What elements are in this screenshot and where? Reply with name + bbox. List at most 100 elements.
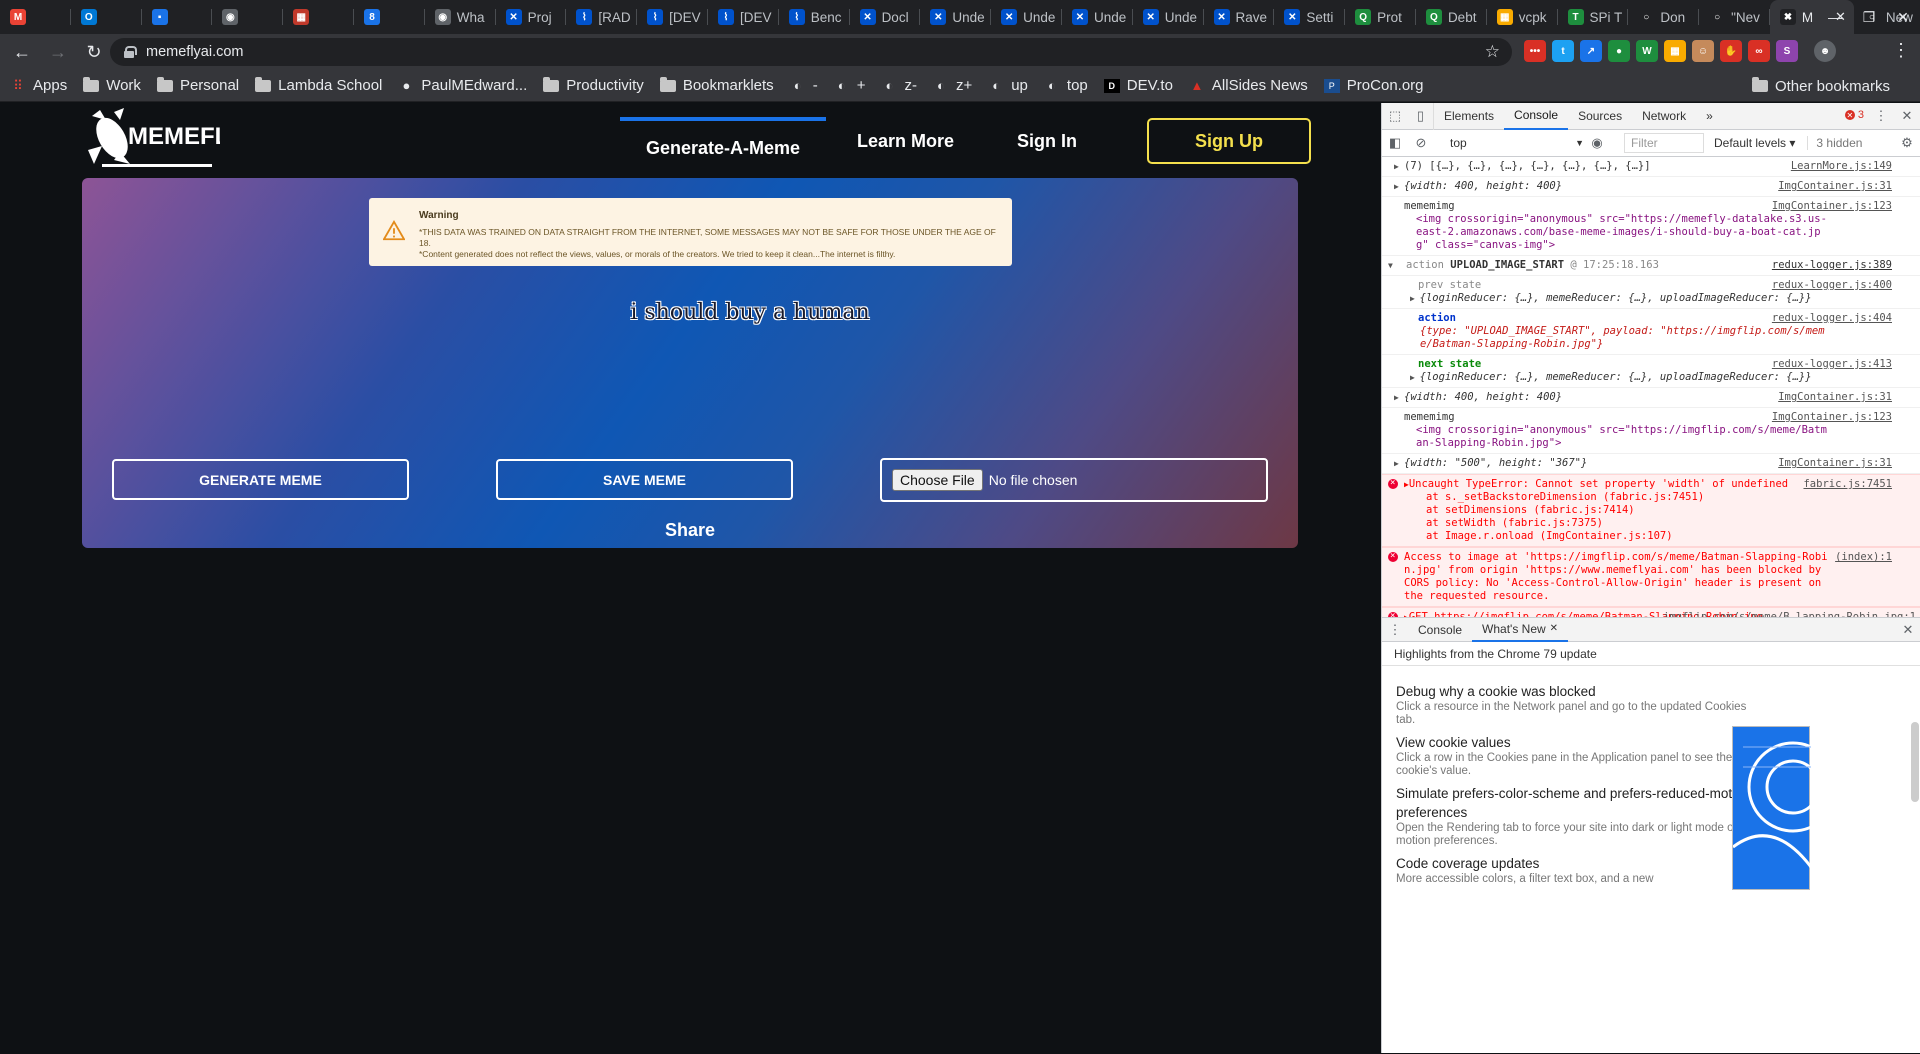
browser-tab[interactable]: ⌇ Benc bbox=[779, 0, 850, 34]
browser-tab[interactable]: Q Prot bbox=[1345, 0, 1416, 34]
nav-learn-more[interactable]: Learn More bbox=[857, 131, 954, 152]
html-element-preview[interactable]: <img crossorigin="anonymous" src="https:… bbox=[1404, 213, 1830, 252]
console-message[interactable]: ▶ {width: 400, height: 400} ImgContainer.j… bbox=[1382, 177, 1920, 197]
source-link[interactable]: redux-logger.js:404 bbox=[1772, 312, 1892, 325]
source-link[interactable]: ImgContainer.js:123 bbox=[1772, 200, 1892, 213]
browser-tab[interactable]: ✕ Unde bbox=[920, 0, 991, 34]
close-window-icon[interactable]: ✕ bbox=[1886, 0, 1920, 34]
extension-lastpass-icon[interactable]: ••• bbox=[1524, 40, 1546, 62]
whats-new-item[interactable]: Code coverage updates More accessible col… bbox=[1382, 854, 1920, 886]
source-link[interactable]: LearnMore.js:149 bbox=[1791, 160, 1892, 173]
browser-tab[interactable]: ✕ Setti bbox=[1274, 0, 1345, 34]
browser-tab[interactable]: ▪ bbox=[142, 0, 213, 34]
browser-tab[interactable]: ✕ Rave bbox=[1204, 0, 1275, 34]
bookmark-star-icon[interactable]: ☆ bbox=[1485, 42, 1500, 62]
bookmark-item[interactable]: Lambda School bbox=[255, 76, 382, 94]
extension-twitter-icon[interactable]: t bbox=[1552, 40, 1574, 62]
save-meme-button[interactable]: SAVE MEME bbox=[496, 459, 793, 500]
share-link[interactable]: Share bbox=[82, 520, 1298, 541]
device-toolbar-icon[interactable]: ▯ bbox=[1408, 102, 1434, 130]
browser-tab[interactable]: ◉ bbox=[212, 0, 283, 34]
bookmark-item[interactable]: D DEV.to bbox=[1103, 77, 1173, 94]
whats-new-item[interactable]: View cookie values Click a row in the Coo… bbox=[1382, 733, 1920, 778]
drawer-scrollbar[interactable] bbox=[1911, 722, 1919, 802]
drawer-tab-console[interactable]: Console bbox=[1408, 618, 1472, 642]
html-element-preview[interactable]: <img crossorigin="anonymous" src="https:… bbox=[1404, 424, 1830, 450]
browser-tab[interactable]: Q Debt bbox=[1416, 0, 1487, 34]
bookmark-item[interactable]: ⠿ Apps bbox=[10, 77, 67, 94]
extension-hand-icon[interactable]: ✋ bbox=[1720, 40, 1742, 62]
file-upload-input[interactable]: Choose File No file chosen bbox=[880, 458, 1268, 502]
source-link[interactable]: fabric.js:7451 bbox=[1803, 478, 1892, 491]
whats-new-item[interactable]: Simulate prefers-color-scheme and prefer… bbox=[1382, 784, 1920, 848]
source-link[interactable]: ImgContainer.js:31 bbox=[1778, 457, 1892, 470]
log-levels-dropdown[interactable]: Default levels ▾ bbox=[1714, 136, 1795, 150]
bookmark-item[interactable]: ◐ top bbox=[1044, 77, 1088, 94]
close-tab-icon[interactable]: ✕ bbox=[1550, 623, 1558, 634]
nav-generate-a-meme[interactable]: Generate-A-Meme bbox=[620, 117, 826, 158]
close-drawer-icon[interactable]: ✕ bbox=[1895, 618, 1920, 642]
other-bookmarks[interactable]: Other bookmarks bbox=[1751, 70, 1890, 102]
extension-face-icon[interactable]: ☺ bbox=[1692, 40, 1714, 62]
browser-tab[interactable]: ⌇ [DEV bbox=[637, 0, 708, 34]
sign-up-button[interactable]: Sign Up bbox=[1147, 118, 1311, 164]
browser-tab[interactable]: ✕ Unde bbox=[1133, 0, 1204, 34]
console-settings-gear-icon[interactable]: ⚙ bbox=[1894, 130, 1920, 157]
bookmark-item[interactable]: ◐ z- bbox=[881, 77, 917, 94]
bookmark-item[interactable]: Personal bbox=[156, 76, 239, 94]
context-selector[interactable]: top ▼ bbox=[1444, 133, 1584, 153]
minimize-icon[interactable]: — bbox=[1818, 0, 1852, 34]
bookmark-item[interactable]: Work bbox=[83, 76, 141, 94]
bookmark-item[interactable]: ◐ + bbox=[834, 77, 866, 94]
bookmark-item[interactable]: ◐ z+ bbox=[933, 77, 972, 94]
browser-tab[interactable]: ○ "Nev bbox=[1699, 0, 1770, 34]
eye-icon[interactable]: ◉ bbox=[1584, 130, 1610, 157]
forward-icon[interactable]: → bbox=[44, 38, 72, 66]
generate-meme-button[interactable]: GENERATE MEME bbox=[112, 459, 409, 500]
extension-colors-icon[interactable]: ▦ bbox=[1664, 40, 1686, 62]
redux-action[interactable]: action redux-logger.js:404 {type: "UPLOA… bbox=[1382, 309, 1920, 355]
browser-tab[interactable]: ▦ vcpk bbox=[1487, 0, 1558, 34]
memefly-logo[interactable]: MEMEFLY bbox=[84, 106, 243, 172]
bookmark-item[interactable]: Bookmarklets bbox=[659, 76, 774, 94]
bookmark-item[interactable]: ◐ up bbox=[988, 77, 1028, 94]
reload-icon[interactable]: ↻ bbox=[80, 38, 108, 66]
tab-network[interactable]: Network bbox=[1632, 103, 1696, 130]
close-devtools-icon[interactable]: ✕ bbox=[1894, 103, 1920, 130]
extension-red-icon[interactable]: ∞ bbox=[1748, 40, 1770, 62]
nav-sign-in[interactable]: Sign In bbox=[1017, 131, 1077, 152]
choose-file-button[interactable]: Choose File bbox=[892, 469, 983, 491]
console-error[interactable]: Access to image at 'https://imgflip.com/… bbox=[1382, 547, 1920, 607]
bookmark-item[interactable]: ▲ AllSides News bbox=[1189, 77, 1307, 94]
console-message[interactable]: mememimg ImgContainer.js:123 <img crosso… bbox=[1382, 197, 1920, 256]
browser-tab[interactable]: ⌇ [RAD bbox=[566, 0, 637, 34]
browser-tab[interactable]: M bbox=[0, 0, 71, 34]
tab-console[interactable]: Console bbox=[1504, 103, 1569, 130]
bookmark-item[interactable]: ◐ - bbox=[790, 77, 818, 94]
redux-prev-state[interactable]: prev state redux-logger.js:400 ▶ {loginR… bbox=[1382, 276, 1920, 309]
console-error[interactable]: ▶Uncaught TypeError: Cannot set property… bbox=[1382, 474, 1920, 547]
source-link[interactable]: ImgContainer.js:123 bbox=[1772, 411, 1892, 424]
source-link[interactable]: ImgContainer.js:31 bbox=[1778, 180, 1892, 193]
browser-tab[interactable]: ◉ Wha bbox=[425, 0, 496, 34]
stack-frame[interactable]: at setDimensions (fabric.js:7414) bbox=[1404, 504, 1830, 517]
browser-tab[interactable]: ✕ Proj bbox=[496, 0, 567, 34]
browser-tab[interactable]: ✕ Unde bbox=[1062, 0, 1133, 34]
source-link[interactable]: redux-logger.js:413 bbox=[1772, 358, 1892, 371]
tab-elements[interactable]: Elements bbox=[1434, 103, 1504, 130]
console-message[interactable]: ▶ (7) [{…}, {…}, {…}, {…}, {…}, {…}, {…}]… bbox=[1382, 157, 1920, 177]
console-message[interactable]: mememimg ImgContainer.js:123 <img crosso… bbox=[1382, 408, 1920, 454]
extension-purple-icon[interactable]: S bbox=[1776, 40, 1798, 62]
sidebar-toggle-icon[interactable]: ◧ bbox=[1382, 130, 1408, 157]
browser-tab[interactable]: 8 bbox=[354, 0, 425, 34]
redux-action-group[interactable]: ▼ action UPLOAD_IMAGE_START @ 17:25:18.1… bbox=[1382, 256, 1920, 276]
chrome-menu-icon[interactable]: ⋮ bbox=[1892, 40, 1910, 61]
whats-new-item[interactable]: Debug why a cookie was blocked Click a re… bbox=[1382, 682, 1920, 727]
extension-share-icon[interactable]: ↗ bbox=[1580, 40, 1602, 62]
browser-tab[interactable]: ✕ Docl bbox=[850, 0, 921, 34]
source-link[interactable]: redux-logger.js:389 bbox=[1772, 259, 1892, 272]
console-message[interactable]: ▶ {width: 400, height: 400} ImgContainer.j… bbox=[1382, 388, 1920, 408]
profile-avatar[interactable]: ☻ bbox=[1814, 40, 1836, 62]
address-bar[interactable]: memeflyai.com ☆ bbox=[110, 38, 1512, 66]
source-link[interactable]: (index):1 bbox=[1835, 551, 1892, 564]
